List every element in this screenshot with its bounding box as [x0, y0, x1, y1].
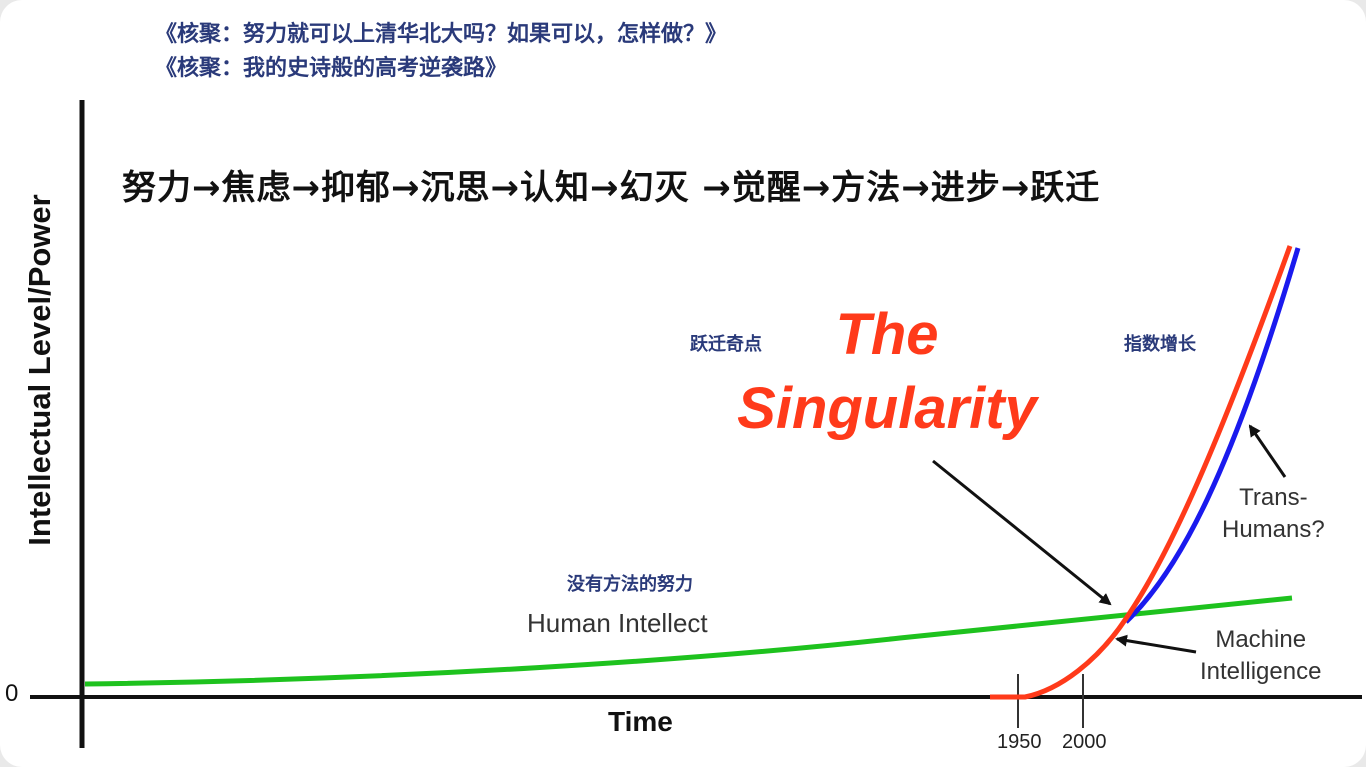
transhuman-curve [1124, 247, 1301, 624]
singularity-title-line2: Singularity [737, 376, 1037, 441]
human-intellect-label: Human Intellect [527, 608, 708, 638]
tick-label-1950: 1950 [997, 731, 1042, 753]
x-axis-label: Time [608, 706, 673, 737]
trans-humans-line2: Humans? [1222, 516, 1325, 543]
slide: 《核聚：努力就可以上清华北大吗？如果可以，怎样做？》 《核聚：我的史诗般的高考逆… [0, 0, 1366, 767]
singularity-title-line1: The [835, 302, 939, 367]
exponential-growth-note: 指数增长 [1124, 334, 1196, 355]
trans-humans-line1: Trans- [1239, 484, 1308, 511]
leap-point-note: 跃迁奇点 [690, 334, 762, 355]
origin-label: 0 [5, 680, 19, 707]
transhuman-arrow [1248, 424, 1287, 478]
machine-intelligence-label: Machine Intelligence [1200, 624, 1321, 688]
machine-intelligence-line2: Intelligence [1200, 658, 1322, 685]
machine-arrow [1115, 634, 1197, 654]
singularity-arrow [932, 459, 1112, 606]
singularity-title: The Singularity [712, 298, 1062, 446]
machine-intelligence-line1: Machine [1215, 626, 1307, 653]
effort-without-method-note: 没有方法的努力 [567, 574, 693, 595]
trans-humans-label: Trans- Humans? [1222, 482, 1325, 546]
singularity-diagram [30, 100, 1362, 748]
tick-label-2000: 2000 [1062, 731, 1107, 753]
y-axis-label: Intellectual Level/Power [22, 194, 57, 546]
